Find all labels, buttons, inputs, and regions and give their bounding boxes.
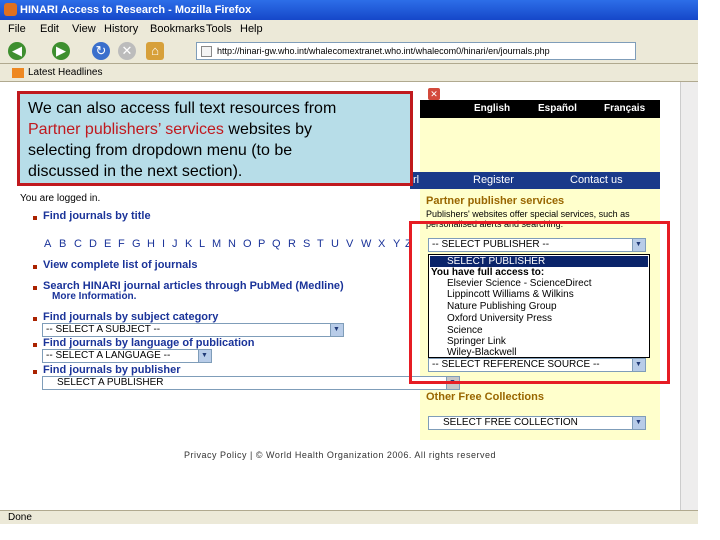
letter-p[interactable]: P bbox=[258, 238, 265, 250]
letter-d[interactable]: D bbox=[89, 238, 97, 250]
callout-line-2: Partner publishers’ services websites by bbox=[28, 119, 402, 140]
home-icon[interactable]: ⌂ bbox=[146, 42, 164, 60]
close-icon[interactable]: ✕ bbox=[428, 88, 440, 100]
link-by-language[interactable]: Find journals by language of publication bbox=[43, 337, 254, 349]
letter-a[interactable]: A bbox=[44, 238, 51, 250]
link-more-info[interactable]: More Information. bbox=[52, 291, 136, 302]
lang-francais[interactable]: Français bbox=[604, 103, 645, 114]
letter-s[interactable]: S bbox=[303, 238, 310, 250]
letter-h[interactable]: H bbox=[147, 238, 155, 250]
nav-partial[interactable]: rl bbox=[413, 174, 419, 186]
letter-r[interactable]: R bbox=[288, 238, 296, 250]
callout-line-2-rest: websites by bbox=[223, 121, 312, 138]
site-nav: rl Register Contact us bbox=[410, 172, 660, 189]
forward-icon[interactable]: ▶ bbox=[52, 42, 70, 60]
lang-english[interactable]: English bbox=[474, 103, 510, 114]
callout-partner-text: Partner publishers’ services bbox=[28, 121, 224, 138]
letter-l[interactable]: L bbox=[199, 238, 205, 250]
firefox-icon bbox=[4, 3, 17, 16]
language-select[interactable]: -- SELECT A LANGUAGE -- bbox=[42, 349, 212, 363]
url-text: http://hinari-gw.who.int/whalecomextrane… bbox=[217, 46, 550, 56]
publisher-select[interactable]: SELECT A PUBLISHER bbox=[42, 376, 460, 390]
callout-line-4: discussed in the next section). bbox=[28, 163, 243, 180]
link-by-publisher[interactable]: Find journals by publisher bbox=[43, 364, 181, 376]
subject-select-value: -- SELECT A SUBJECT -- bbox=[46, 324, 161, 335]
partner-services-title: Partner publisher services bbox=[426, 195, 565, 207]
menu-file[interactable]: File bbox=[8, 23, 26, 35]
partner-services-desc: Publishers' websites offer special servi… bbox=[426, 209, 630, 219]
chevron-down-icon bbox=[198, 350, 211, 362]
page-favicon bbox=[201, 46, 212, 57]
subject-select[interactable]: -- SELECT A SUBJECT -- bbox=[42, 323, 344, 337]
window-title: HINARI Access to Research - Mozilla Fire… bbox=[20, 4, 252, 16]
letter-x[interactable]: X bbox=[378, 238, 385, 250]
callout-line-3: selecting from dropdown menu (to be bbox=[28, 142, 293, 159]
letter-q[interactable]: Q bbox=[272, 238, 281, 250]
language-select-value: -- SELECT A LANGUAGE -- bbox=[46, 350, 171, 361]
letter-y[interactable]: Y bbox=[393, 238, 400, 250]
menu-edit[interactable]: Edit bbox=[40, 23, 59, 35]
letter-c[interactable]: C bbox=[74, 238, 82, 250]
letter-i[interactable]: I bbox=[162, 238, 165, 250]
rss-icon bbox=[12, 68, 24, 78]
link-by-subject[interactable]: Find journals by subject category bbox=[43, 311, 218, 323]
reload-icon[interactable]: ↻ bbox=[92, 42, 110, 60]
menu-history[interactable]: History bbox=[104, 23, 138, 35]
annotation-callout: We can also access full text resources f… bbox=[17, 91, 413, 186]
chevron-down-icon bbox=[330, 324, 343, 336]
letter-k[interactable]: K bbox=[185, 238, 192, 250]
navigation-toolbar: ◀ ▶ ↻ ✕ ⌂ http://hinari-gw.who.int/whale… bbox=[0, 38, 698, 64]
letter-w[interactable]: W bbox=[361, 238, 371, 250]
bullet bbox=[33, 343, 37, 347]
nav-contact[interactable]: Contact us bbox=[570, 174, 623, 186]
free-collections-title: Other Free Collections bbox=[426, 391, 544, 403]
callout-line-1: We can also access full text resources f… bbox=[28, 100, 337, 117]
letter-n[interactable]: N bbox=[228, 238, 236, 250]
title-bar: HINARI Access to Research - Mozilla Fire… bbox=[0, 0, 698, 20]
letter-v[interactable]: V bbox=[346, 238, 353, 250]
lang-espanol[interactable]: Español bbox=[538, 103, 577, 114]
letter-f[interactable]: F bbox=[118, 238, 125, 250]
publisher-select-value: SELECT A PUBLISHER bbox=[57, 377, 164, 388]
free-collection-select[interactable]: SELECT FREE COLLECTION bbox=[428, 416, 646, 430]
letter-o[interactable]: O bbox=[243, 238, 252, 250]
status-text: Done bbox=[8, 512, 32, 523]
free-select-value: SELECT FREE COLLECTION bbox=[443, 417, 578, 428]
bullet bbox=[33, 216, 37, 220]
menu-view[interactable]: View bbox=[72, 23, 96, 35]
letter-t[interactable]: T bbox=[317, 238, 324, 250]
letter-u[interactable]: U bbox=[331, 238, 339, 250]
footer-text: Privacy Policy | © World Health Organiza… bbox=[184, 450, 496, 460]
link-by-title[interactable]: Find journals by title bbox=[43, 210, 151, 222]
back-icon[interactable]: ◀ bbox=[8, 42, 26, 60]
url-input[interactable]: http://hinari-gw.who.int/whalecomextrane… bbox=[196, 42, 636, 60]
bullet bbox=[33, 265, 37, 269]
menu-tools[interactable]: Tools bbox=[206, 23, 232, 35]
status-bar: Done bbox=[0, 510, 698, 524]
vertical-scrollbar[interactable] bbox=[680, 82, 698, 510]
latest-headlines[interactable]: Latest Headlines bbox=[28, 67, 103, 78]
menu-bookmarks[interactable]: Bookmarks bbox=[150, 23, 205, 35]
logged-in-text: You are logged in. bbox=[20, 193, 101, 204]
bullet bbox=[33, 370, 37, 374]
menu-help[interactable]: Help bbox=[240, 23, 263, 35]
letter-m[interactable]: M bbox=[212, 238, 221, 250]
language-bar: English Español Français bbox=[420, 100, 660, 118]
bullet bbox=[33, 317, 37, 321]
page-footer: Privacy Policy | © World Health Organiza… bbox=[0, 450, 680, 460]
letter-g[interactable]: G bbox=[132, 238, 141, 250]
nav-register[interactable]: Register bbox=[473, 174, 514, 186]
stop-icon[interactable]: ✕ bbox=[118, 42, 136, 60]
letter-b[interactable]: B bbox=[59, 238, 66, 250]
bullet bbox=[33, 286, 37, 290]
letter-j[interactable]: J bbox=[172, 238, 178, 250]
menu-bar: File Edit View History Bookmarks Tools H… bbox=[0, 20, 698, 38]
link-complete-list[interactable]: View complete list of journals bbox=[43, 259, 197, 271]
bookmarks-toolbar: Latest Headlines bbox=[0, 64, 698, 82]
chevron-down-icon bbox=[632, 417, 645, 429]
letter-e[interactable]: E bbox=[104, 238, 111, 250]
highlight-frame bbox=[409, 221, 670, 384]
